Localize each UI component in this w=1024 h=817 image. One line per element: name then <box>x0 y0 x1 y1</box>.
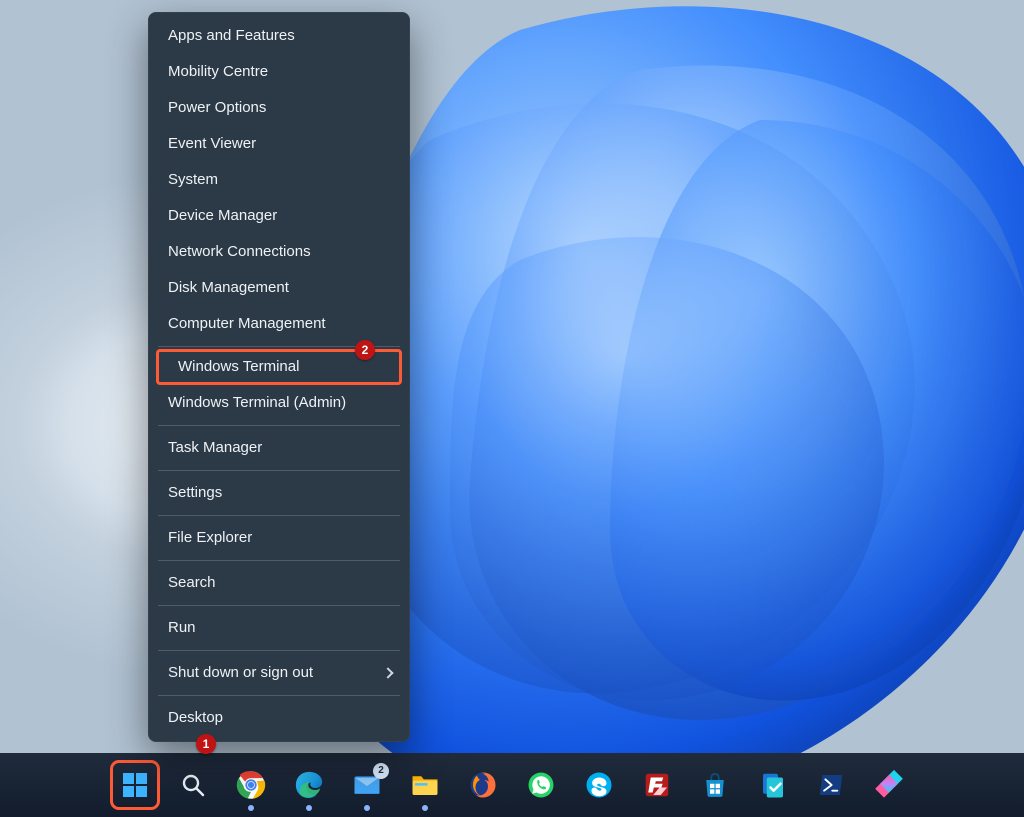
winx-item-label: Power Options <box>168 99 266 117</box>
winx-item-run[interactable]: Run <box>148 610 410 646</box>
chevron-right-icon <box>382 667 393 678</box>
edge-icon-glyph <box>294 770 324 800</box>
menu-separator <box>158 515 400 516</box>
winx-item-power-options[interactable]: Power Options <box>148 90 410 126</box>
winx-item-network-connections[interactable]: Network Connections <box>148 234 410 270</box>
whatsapp-icon[interactable] <box>521 765 561 805</box>
file-explorer-icon[interactable] <box>405 765 445 805</box>
winx-item-label: Desktop <box>168 709 223 727</box>
winx-item-label: Network Connections <box>168 243 311 261</box>
file-explorer-icon-glyph <box>410 770 440 800</box>
winx-item-disk-management[interactable]: Disk Management <box>148 270 410 306</box>
start-button-glyph <box>121 771 149 799</box>
skype-icon[interactable] <box>579 765 619 805</box>
winx-item-label: File Explorer <box>168 529 252 547</box>
store-icon[interactable] <box>695 765 735 805</box>
winx-item-label: Apps and Features <box>168 27 295 45</box>
winx-item-windows-terminal-admin[interactable]: Windows Terminal (Admin) <box>148 385 410 421</box>
edge-icon[interactable] <box>289 765 329 805</box>
filezilla-icon[interactable] <box>637 765 677 805</box>
winx-item-label: Shut down or sign out <box>168 664 313 682</box>
winx-item-label: Settings <box>168 484 222 502</box>
winx-item-label: Device Manager <box>168 207 277 225</box>
snagit-icon-glyph <box>874 770 904 800</box>
winx-item-task-manager[interactable]: Task Manager <box>148 430 410 466</box>
winx-item-event-viewer[interactable]: Event Viewer <box>148 126 410 162</box>
search-icon[interactable] <box>173 765 213 805</box>
annotation-badge-1: 1 <box>196 734 216 754</box>
winx-item-label: Computer Management <box>168 315 326 333</box>
snagit-icon[interactable] <box>869 765 909 805</box>
mail-icon[interactable]: 2 <box>347 765 387 805</box>
menu-separator <box>158 695 400 696</box>
start-button[interactable] <box>115 765 155 805</box>
todo-icon[interactable] <box>753 765 793 805</box>
search-icon-glyph <box>180 772 206 798</box>
chrome-icon-glyph <box>236 770 266 800</box>
winx-context-menu[interactable]: Apps and Features Mobility Centre Power Op… <box>148 12 410 742</box>
winx-item-label: Search <box>168 574 216 592</box>
winx-item-label: Mobility Centre <box>168 63 268 81</box>
winx-item-system[interactable]: System <box>148 162 410 198</box>
winx-item-search[interactable]: Search <box>148 565 410 601</box>
store-icon-glyph <box>700 770 730 800</box>
menu-separator <box>158 605 400 606</box>
menu-separator <box>158 425 400 426</box>
winx-item-label: Disk Management <box>168 279 289 297</box>
firefox-icon[interactable] <box>463 765 503 805</box>
powershell-icon[interactable] <box>811 765 851 805</box>
winx-item-desktop[interactable]: Desktop <box>148 700 410 736</box>
menu-separator <box>158 650 400 651</box>
winx-item-label: Task Manager <box>168 439 262 457</box>
annotation-badge-2: 2 <box>355 340 375 360</box>
winx-item-shut-down-or-sign-out[interactable]: Shut down or sign out <box>148 655 410 691</box>
winx-item-mobility-centre[interactable]: Mobility Centre <box>148 54 410 90</box>
winx-item-settings[interactable]: Settings <box>148 475 410 511</box>
winx-item-label: System <box>168 171 218 189</box>
todo-icon-glyph <box>758 770 788 800</box>
whatsapp-icon-glyph <box>526 770 556 800</box>
winx-item-label: Event Viewer <box>168 135 256 153</box>
winx-item-label: Windows Terminal <box>178 358 299 376</box>
taskbar: 2 <box>0 753 1024 817</box>
winx-item-label: Windows Terminal (Admin) <box>168 394 346 412</box>
powershell-icon-glyph <box>816 770 846 800</box>
winx-item-file-explorer[interactable]: File Explorer <box>148 520 410 556</box>
menu-separator <box>158 560 400 561</box>
skype-icon-glyph <box>584 770 614 800</box>
firefox-icon-glyph <box>468 770 498 800</box>
filezilla-icon-glyph <box>642 770 672 800</box>
winx-item-computer-management[interactable]: Computer Management <box>148 306 410 342</box>
menu-separator <box>158 470 400 471</box>
mail-unread-badge: 2 <box>373 763 389 779</box>
winx-item-label: Run <box>168 619 196 637</box>
winx-item-apps-and-features[interactable]: Apps and Features <box>148 18 410 54</box>
winx-item-device-manager[interactable]: Device Manager <box>148 198 410 234</box>
chrome-icon[interactable] <box>231 765 271 805</box>
